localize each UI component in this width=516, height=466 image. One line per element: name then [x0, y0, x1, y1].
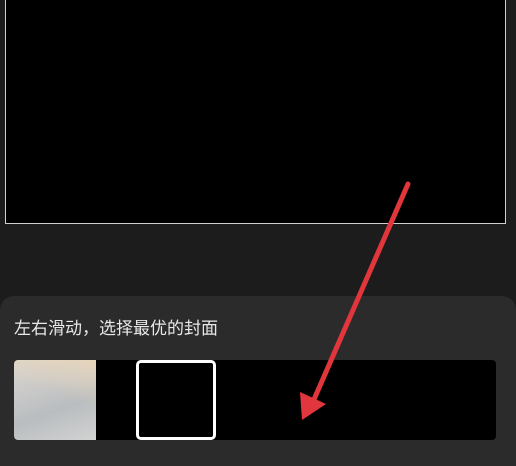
frame-thumbnail[interactable] [14, 360, 96, 440]
cover-selection-screen: 左右滑动，选择最优的封面 [0, 0, 516, 466]
cover-selector-frame[interactable] [136, 360, 216, 440]
cover-hint-text: 左右滑动，选择最优的封面 [14, 319, 218, 339]
frame-strip[interactable] [14, 360, 496, 440]
video-preview [5, 0, 506, 224]
